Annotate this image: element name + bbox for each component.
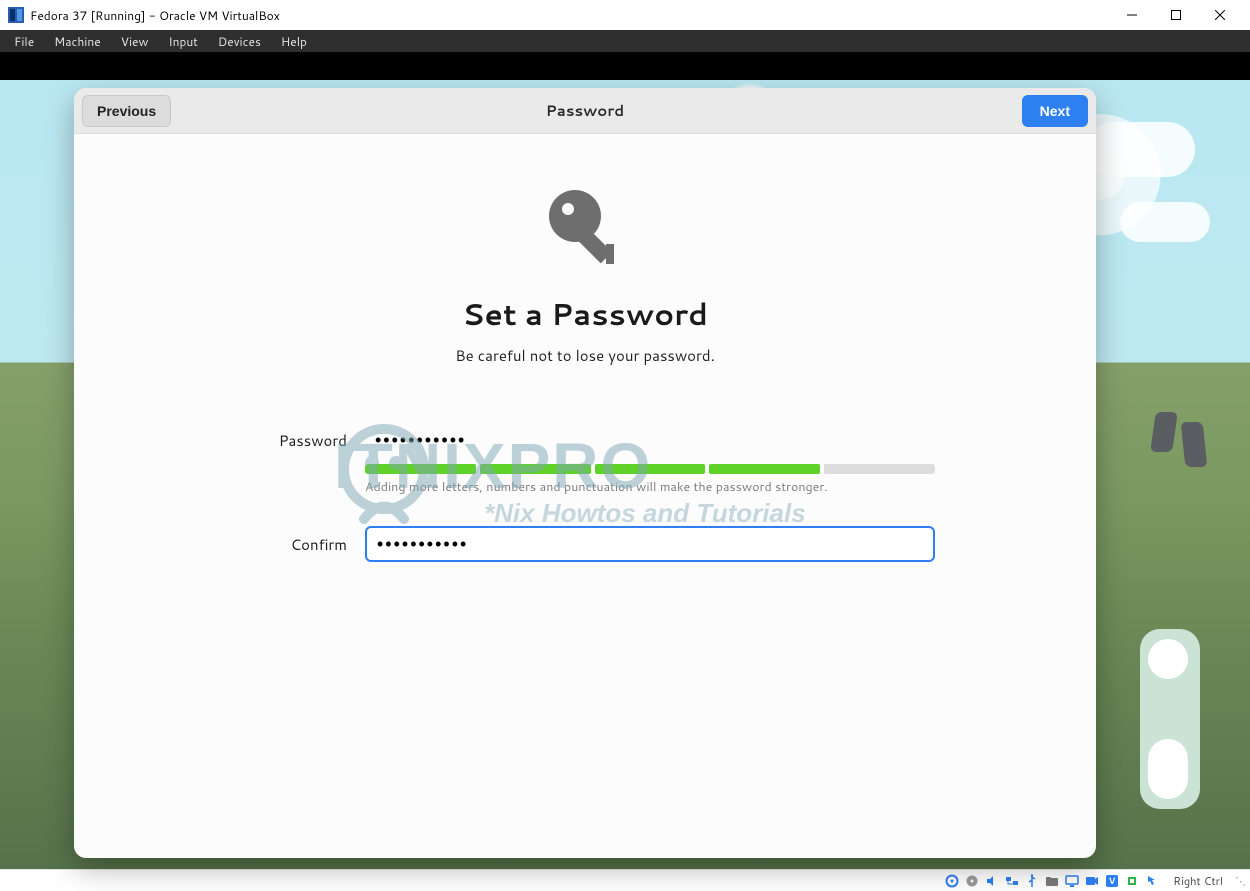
status-vrde-icon[interactable]: V [1103,873,1121,889]
dialog-body: ITNIXPRO *Nix Howtos and Tutorials Set a… [74,134,1096,858]
status-cpu-icon[interactable] [1123,873,1141,889]
dialog-title: Password [546,100,624,121]
svg-text:V: V [1109,874,1116,887]
password-form: Password Adding more letters, numbers an… [235,422,935,562]
maximize-button[interactable] [1154,0,1198,30]
menu-input[interactable]: Input [158,31,208,52]
status-optical-icon[interactable] [963,873,981,889]
virtualbox-app-icon [8,7,24,23]
dialog-header: Previous Password Next [74,88,1096,134]
menu-file[interactable]: File [4,31,44,52]
password-strength-meter [365,464,935,474]
menu-machine[interactable]: Machine [44,31,111,52]
previous-button[interactable]: Previous [82,95,171,127]
status-mouse-integration-icon[interactable] [1143,873,1161,889]
heading: Set a Password [74,292,1096,335]
vbox-titlebar: Fedora 37 [Running] - Oracle VM VirtualB… [0,0,1250,30]
vbox-window-title: Fedora 37 [Running] - Oracle VM VirtualB… [30,7,280,24]
password-input[interactable] [365,422,935,458]
next-button[interactable]: Next [1022,95,1088,127]
menu-devices[interactable]: Devices [208,31,271,52]
subheading: Be careful not to lose your password. [74,345,1096,366]
resize-grip-icon[interactable]: ⋱ [1235,873,1244,889]
status-shared-folders-icon[interactable] [1043,873,1061,889]
key-icon [74,184,1096,274]
status-usb-icon[interactable] [1023,873,1041,889]
vbox-menubar: File Machine View Input Devices Help [0,30,1250,52]
menu-view[interactable]: View [111,31,159,52]
status-network-icon[interactable] [1003,873,1021,889]
confirm-password-input[interactable] [365,526,935,562]
vbox-statusbar: V Right Ctrl ⋱ [0,869,1250,891]
minimize-button[interactable] [1110,0,1154,30]
password-label: Password [235,430,365,451]
close-button[interactable] [1198,0,1242,30]
guest-display: Previous Password Next ITNIXPRO *Nix How… [0,52,1250,869]
password-setup-dialog: Previous Password Next ITNIXPRO *Nix How… [74,88,1096,858]
password-strength-hint: Adding more letters, numbers and punctua… [365,478,935,496]
status-recording-icon[interactable] [1083,873,1101,889]
confirm-label: Confirm [235,534,365,555]
status-hdd-icon[interactable] [943,873,961,889]
host-key-indicator[interactable]: Right Ctrl [1169,873,1227,889]
menu-help[interactable]: Help [271,31,317,52]
status-display-icon[interactable] [1063,873,1081,889]
status-audio-icon[interactable] [983,873,1001,889]
